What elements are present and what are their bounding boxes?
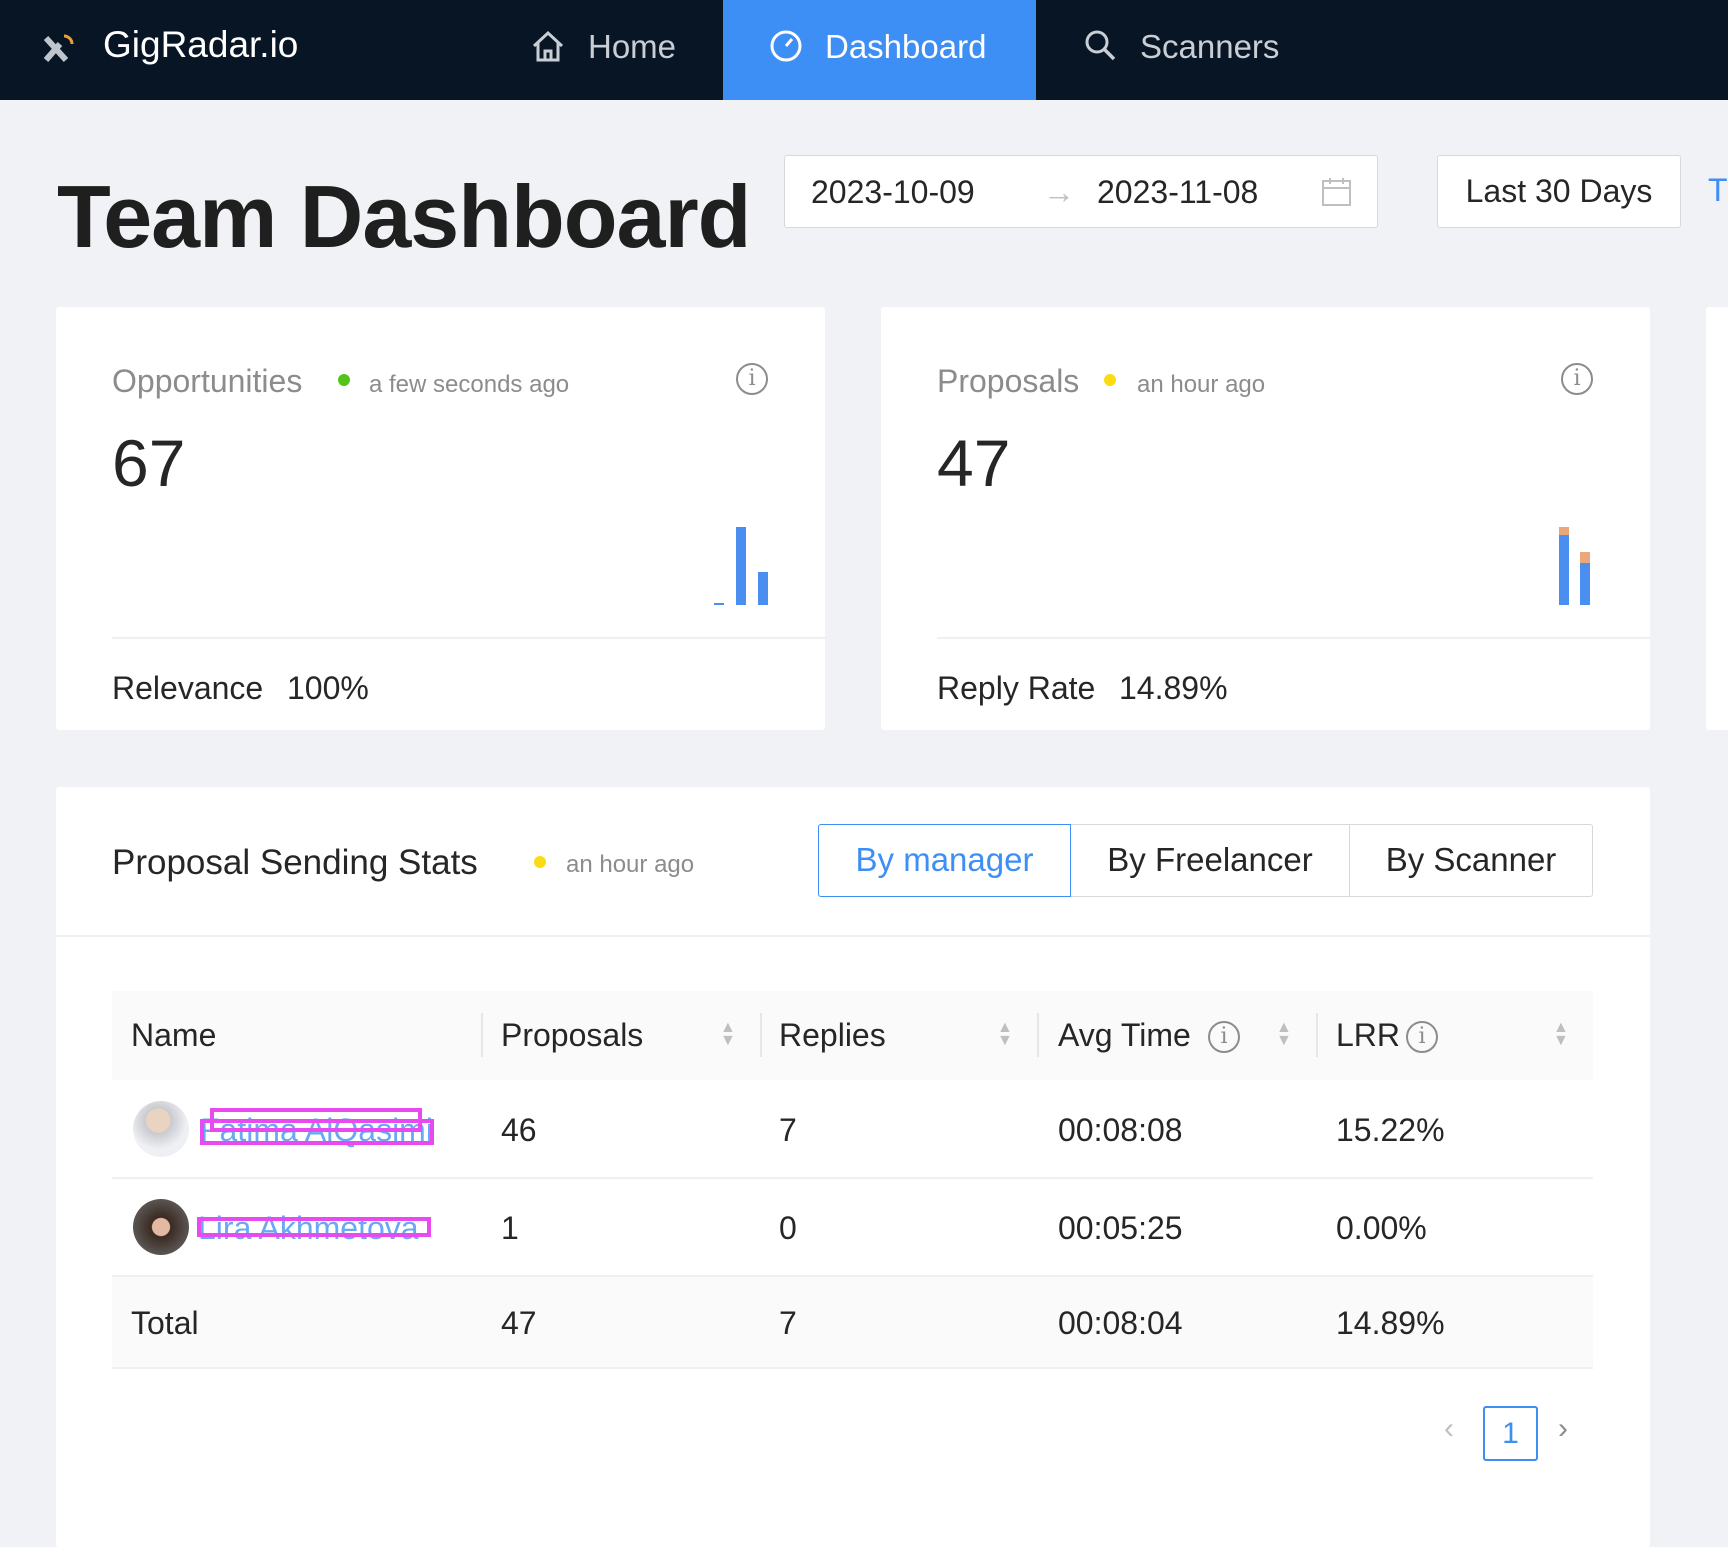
sort-icon[interactable]: ▲ ▼ (1553, 1020, 1569, 1049)
total-replies: 7 (779, 1305, 797, 1341)
nav-dashboard[interactable]: Dashboard (723, 0, 1036, 100)
status-dot (1104, 374, 1116, 386)
col-replies[interactable]: Replies (779, 991, 886, 1080)
cell-lrr: 15.22% (1336, 1112, 1445, 1148)
info-icon[interactable]: i (1406, 1021, 1438, 1053)
updated-time: an hour ago (566, 851, 695, 878)
cell-avg-time: 00:08:08 (1058, 1112, 1183, 1148)
date-to[interactable]: 2023-11-08 (1097, 174, 1258, 211)
card-value: 47 (937, 426, 1011, 500)
total-avg-time: 00:08:04 (1058, 1305, 1183, 1341)
mini-bar (1559, 535, 1569, 605)
date-from[interactable]: 2023-10-09 (811, 174, 975, 211)
footer-value: 14.89% (1119, 670, 1228, 706)
dashboard-icon (770, 30, 802, 62)
total-label: Total (131, 1305, 199, 1341)
proposals-card: Proposals an hour ago i 47 Reply Rate 14… (881, 307, 1651, 730)
info-icon[interactable]: i (1561, 363, 1593, 395)
footer-value: 100% (287, 670, 369, 706)
total-lrr: 14.89% (1336, 1305, 1445, 1341)
sort-icon[interactable]: ▲ ▼ (720, 1020, 736, 1049)
col-avg-time[interactable]: Avg Time (1058, 991, 1191, 1080)
mini-bar (1580, 563, 1590, 605)
arrow-right-icon: → (1043, 174, 1075, 210)
cell-proposals: 1 (501, 1210, 519, 1246)
cell-replies: 7 (779, 1112, 797, 1148)
cell-replies: 0 (779, 1210, 797, 1246)
third-card-partial (1706, 307, 1728, 730)
segment-by-manager[interactable]: By manager (818, 824, 1071, 897)
prev-page-button[interactable]: ‹ (1444, 1412, 1454, 1446)
card-value: 67 (112, 426, 186, 500)
col-proposals[interactable]: Proposals (501, 991, 643, 1080)
card-label: Proposals (937, 363, 1080, 399)
redaction-box (200, 1119, 434, 1145)
nav-scanners-label: Scanners (1140, 28, 1280, 65)
segment-by-scanner[interactable]: By Scanner (1349, 824, 1593, 897)
search-icon (1085, 30, 1116, 61)
segment-by-freelancer[interactable]: By Freelancer (1070, 824, 1350, 897)
mini-bar-chart (710, 525, 790, 605)
total-proposals: 47 (501, 1305, 537, 1341)
divider (937, 637, 1651, 639)
page-1-button[interactable]: 1 (1483, 1406, 1538, 1461)
footer-label: Relevance (112, 670, 264, 706)
top-navbar: GigRadar.io Home Dashboard Scanners (0, 0, 1728, 100)
avatar (133, 1101, 189, 1157)
sort-icon[interactable]: ▲ ▼ (997, 1020, 1013, 1049)
nav-home-label: Home (588, 28, 677, 65)
mini-bar-replies (1580, 552, 1590, 564)
info-icon[interactable]: i (1208, 1021, 1240, 1053)
nav-dashboard-label: Dashboard (825, 28, 987, 65)
home-icon (532, 30, 564, 62)
card-label: Opportunities (112, 363, 303, 399)
next-page-button[interactable]: › (1558, 1412, 1568, 1446)
proposal-stats-card (56, 787, 1650, 1547)
date-range-picker[interactable]: 2023-10-09 → 2023-11-08 (784, 155, 1378, 228)
mini-bar (714, 603, 724, 605)
last-30-days-button[interactable]: Last 30 Days (1437, 155, 1681, 228)
footer-label: Reply Rate (937, 670, 1096, 706)
avatar (133, 1199, 189, 1255)
redaction-box (197, 1217, 431, 1237)
col-name: Name (131, 1017, 217, 1053)
updated-time: a few seconds ago (369, 371, 570, 398)
mini-bar-chart (1555, 525, 1615, 605)
cell-lrr: 0.00% (1336, 1210, 1427, 1246)
cell-avg-time: 00:05:25 (1058, 1210, 1183, 1246)
page-title: Team Dashboard (57, 167, 751, 266)
divider (56, 935, 1650, 937)
info-icon[interactable]: i (736, 363, 768, 395)
brand-name[interactable]: GigRadar.io (103, 24, 298, 66)
status-dot (534, 856, 546, 868)
calendar-icon (1322, 178, 1351, 206)
divider (112, 637, 826, 639)
cut-off-link[interactable]: T (1708, 172, 1728, 209)
stats-title: Proposal Sending Stats (112, 843, 478, 882)
opportunities-card: Opportunities a few seconds ago i 67 Rel… (56, 307, 826, 730)
mini-bar-replies (1559, 527, 1569, 536)
updated-time: an hour ago (1137, 371, 1266, 398)
cell-proposals: 46 (501, 1112, 537, 1148)
status-dot (338, 374, 350, 386)
col-lrr[interactable]: LRR (1336, 991, 1400, 1080)
mini-bar (736, 527, 746, 605)
sort-icon[interactable]: ▲ ▼ (1276, 1020, 1292, 1049)
radar-logo-icon (43, 34, 74, 63)
mini-bar (758, 571, 768, 605)
